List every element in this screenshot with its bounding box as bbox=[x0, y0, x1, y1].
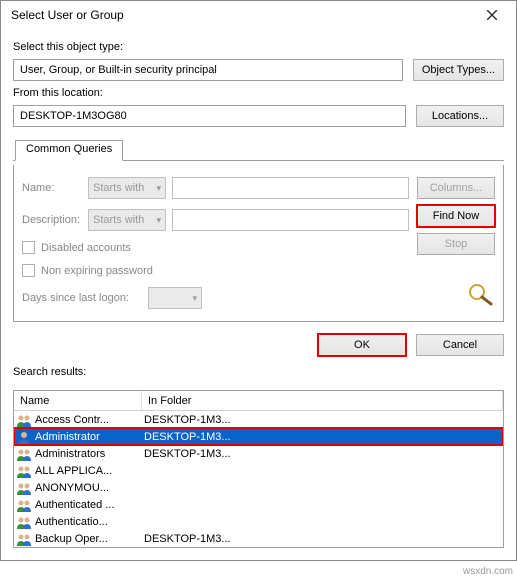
ok-button[interactable]: OK bbox=[318, 334, 406, 356]
location-field[interactable]: DESKTOP-1M3OG80 bbox=[13, 105, 406, 127]
result-name: ANONYMOU... bbox=[35, 482, 140, 494]
table-row[interactable]: AdministratorsDESKTOP-1M3... bbox=[14, 445, 503, 462]
common-queries-panel: Name: Starts with▾ Description: Starts w… bbox=[13, 165, 504, 322]
result-folder: DESKTOP-1M3... bbox=[140, 448, 503, 460]
tab-common-queries[interactable]: Common Queries bbox=[15, 140, 123, 161]
group-icon bbox=[16, 480, 32, 496]
watermark: wsxdn.com bbox=[463, 566, 513, 577]
group-icon bbox=[16, 446, 32, 462]
columns-button[interactable]: Columns... bbox=[417, 177, 495, 199]
cancel-button[interactable]: Cancel bbox=[416, 334, 504, 356]
result-name: Administrator bbox=[35, 431, 140, 443]
table-row[interactable]: Backup Oper...DESKTOP-1M3... bbox=[14, 530, 503, 547]
results-header: Name In Folder bbox=[14, 391, 503, 411]
desc-filter-input[interactable] bbox=[172, 209, 409, 231]
object-type-field[interactable]: User, Group, or Built-in security princi… bbox=[13, 59, 403, 81]
column-in-folder[interactable]: In Folder bbox=[142, 391, 503, 410]
object-type-label: Select this object type: bbox=[13, 41, 504, 53]
table-row[interactable]: Authenticated ... bbox=[14, 496, 503, 513]
find-now-button[interactable]: Find Now bbox=[417, 205, 495, 227]
days-logon-label: Days since last logon: bbox=[22, 292, 142, 304]
locations-button[interactable]: Locations... bbox=[416, 105, 504, 127]
window-title: Select User or Group bbox=[11, 8, 474, 22]
table-row[interactable]: AdministratorDESKTOP-1M3... bbox=[14, 428, 503, 445]
user-icon bbox=[16, 429, 32, 445]
dialog-buttons: OK Cancel bbox=[13, 334, 504, 356]
result-name: Authenticated ... bbox=[35, 499, 140, 511]
result-name: Backup Oper... bbox=[35, 533, 140, 545]
result-name: Authenticatio... bbox=[35, 516, 140, 528]
column-name[interactable]: Name bbox=[14, 391, 142, 410]
from-location-label: From this location: bbox=[13, 87, 504, 99]
close-icon bbox=[487, 10, 497, 20]
table-row[interactable]: ALL APPLICA... bbox=[14, 462, 503, 479]
group-icon bbox=[16, 463, 32, 479]
desc-filter-label: Description: bbox=[22, 214, 82, 226]
table-row[interactable]: Access Contr...DESKTOP-1M3... bbox=[14, 411, 503, 428]
result-name: Access Contr... bbox=[35, 414, 140, 426]
non-expiring-label: Non expiring password bbox=[41, 265, 153, 277]
chevron-down-icon: ▾ bbox=[156, 183, 161, 194]
tabs: Common Queries bbox=[13, 139, 504, 161]
result-folder: DESKTOP-1M3... bbox=[140, 431, 503, 443]
results-list: Name In Folder Access Contr...DESKTOP-1M… bbox=[13, 390, 504, 548]
group-icon bbox=[16, 497, 32, 513]
name-filter-input[interactable] bbox=[172, 177, 409, 199]
non-expiring-checkbox[interactable] bbox=[22, 264, 35, 277]
dialog-window: Select User or Group Select this object … bbox=[0, 0, 517, 561]
result-folder: DESKTOP-1M3... bbox=[140, 414, 503, 426]
result-name: ALL APPLICA... bbox=[35, 465, 140, 477]
disabled-accounts-label: Disabled accounts bbox=[41, 242, 131, 254]
name-filter-label: Name: bbox=[22, 182, 82, 194]
result-folder: DESKTOP-1M3... bbox=[140, 533, 503, 545]
stop-button[interactable]: Stop bbox=[417, 233, 495, 255]
group-icon bbox=[16, 531, 32, 547]
results-rows[interactable]: Access Contr...DESKTOP-1M3...Administrat… bbox=[14, 411, 503, 547]
dialog-body: Select this object type: User, Group, or… bbox=[1, 29, 516, 388]
chevron-down-icon: ▾ bbox=[156, 215, 161, 226]
titlebar: Select User or Group bbox=[1, 1, 516, 29]
name-match-combo[interactable]: Starts with▾ bbox=[88, 177, 166, 199]
days-logon-combo[interactable]: ▾ bbox=[148, 287, 202, 309]
group-icon bbox=[16, 412, 32, 428]
close-button[interactable] bbox=[474, 4, 510, 26]
chevron-down-icon: ▾ bbox=[192, 293, 197, 304]
search-icon bbox=[467, 282, 495, 309]
table-row[interactable]: Authenticatio... bbox=[14, 513, 503, 530]
table-row[interactable]: ANONYMOU... bbox=[14, 479, 503, 496]
disabled-accounts-checkbox[interactable] bbox=[22, 241, 35, 254]
group-icon bbox=[16, 514, 32, 530]
object-types-button[interactable]: Object Types... bbox=[413, 59, 504, 81]
desc-match-combo[interactable]: Starts with▾ bbox=[88, 209, 166, 231]
result-name: Administrators bbox=[35, 448, 140, 460]
search-results-label: Search results: bbox=[13, 366, 504, 378]
